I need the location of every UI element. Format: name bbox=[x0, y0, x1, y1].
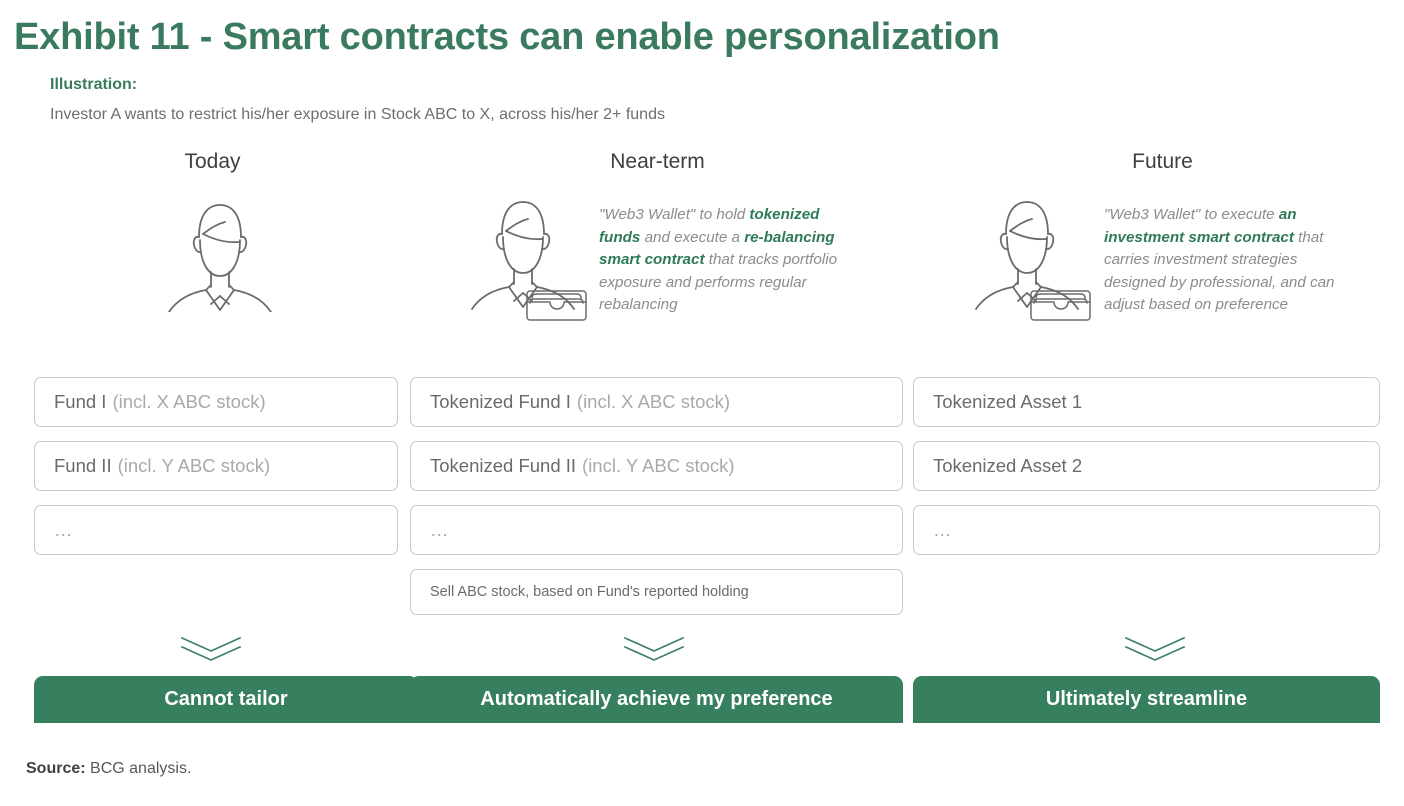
wallet-icon bbox=[1030, 290, 1091, 321]
outcome-banner-today: Cannot tailor bbox=[34, 676, 418, 723]
item-box-label: Sell ABC stock, based on Fund's reported… bbox=[430, 584, 749, 600]
illustration-subtitle: Investor A wants to restrict his/her exp… bbox=[50, 106, 665, 123]
double-chevron-down-icon bbox=[1122, 634, 1188, 669]
double-chevron-down-icon bbox=[621, 634, 687, 669]
description-text: "Web3 Wallet" to execute bbox=[1104, 206, 1279, 223]
description-text: "Web3 Wallet" to hold bbox=[599, 206, 750, 223]
item-box[interactable]: Fund II (incl. Y ABC stock) bbox=[34, 441, 398, 491]
item-box[interactable]: … bbox=[410, 505, 903, 555]
column-description-near-term: "Web3 Wallet" to hold tokenized funds an… bbox=[599, 204, 861, 317]
person-icon bbox=[155, 192, 285, 317]
outcome-banner-label: Cannot tailor bbox=[164, 688, 288, 710]
outcome-banner-future: Ultimately streamline bbox=[913, 676, 1380, 723]
column-header-near-term: Near-term bbox=[610, 150, 705, 173]
person-with-wallet-icon bbox=[468, 192, 598, 327]
item-box-list-future: Tokenized Asset 1 Tokenized Asset 2 … bbox=[913, 377, 1380, 569]
item-box-label: … bbox=[933, 519, 954, 540]
person-icon bbox=[975, 201, 1079, 310]
source-note: Source: BCG analysis. bbox=[26, 760, 191, 778]
person-icon bbox=[471, 201, 575, 310]
wallet-icon bbox=[526, 290, 587, 321]
source-text: BCG analysis. bbox=[90, 760, 192, 777]
item-box[interactable]: Fund I (incl. X ABC stock) bbox=[34, 377, 398, 427]
item-box[interactable]: Tokenized Asset 2 bbox=[913, 441, 1380, 491]
outcome-banner-near-term: Automatically achieve my preference bbox=[410, 676, 903, 723]
column-header-today: Today bbox=[184, 150, 241, 173]
outcome-banner-label: Automatically achieve my preference bbox=[480, 688, 833, 710]
item-box[interactable]: … bbox=[913, 505, 1380, 555]
item-box-label: Fund I bbox=[54, 391, 107, 412]
person-with-wallet-icon bbox=[972, 192, 1102, 327]
item-box-list-today: Fund I (incl. X ABC stock) Fund II (incl. Y… bbox=[34, 377, 398, 569]
item-box[interactable]: Tokenized Fund II (incl. Y ABC stock) bbox=[410, 441, 903, 491]
item-box[interactable]: Tokenized Asset 1 bbox=[913, 377, 1380, 427]
item-box-sublabel: (incl. Y ABC stock) bbox=[582, 455, 735, 476]
column-description-future: "Web3 Wallet" to execute an investment s… bbox=[1104, 204, 1354, 317]
item-box-sublabel: (incl. X ABC stock) bbox=[576, 391, 731, 412]
item-box[interactable]: … bbox=[34, 505, 398, 555]
item-box-label: Tokenized Fund I bbox=[430, 391, 571, 412]
item-box-sublabel: (incl. X ABC stock) bbox=[112, 391, 266, 412]
item-box-list-near-term: Tokenized Fund I (incl. X ABC stock) Token… bbox=[410, 377, 903, 629]
column-header-future: Future bbox=[1132, 150, 1193, 173]
item-box-label: … bbox=[54, 519, 75, 540]
item-box-label: Tokenized Asset 1 bbox=[933, 391, 1083, 412]
item-box-label: Tokenized Fund II bbox=[430, 455, 577, 476]
page-title: Exhibit 11 - Smart contracts can enable … bbox=[14, 16, 1000, 58]
item-box-label: Fund II bbox=[54, 455, 112, 476]
double-chevron-down-icon bbox=[178, 634, 244, 669]
outcome-banner-label: Ultimately streamline bbox=[1045, 688, 1248, 710]
source-label: Source: bbox=[26, 760, 86, 777]
item-box-sublabel: (incl. Y ABC stock) bbox=[117, 455, 271, 476]
item-box[interactable]: Tokenized Fund I (incl. X ABC stock) bbox=[410, 377, 903, 427]
description-text: and execute a bbox=[640, 228, 745, 246]
item-box-label: Tokenized Asset 2 bbox=[933, 455, 1083, 476]
illustration-label: Illustration: bbox=[50, 76, 138, 93]
item-box[interactable]: Sell ABC stock, based on Fund's reported… bbox=[410, 569, 903, 615]
item-box-label: … bbox=[430, 519, 451, 540]
